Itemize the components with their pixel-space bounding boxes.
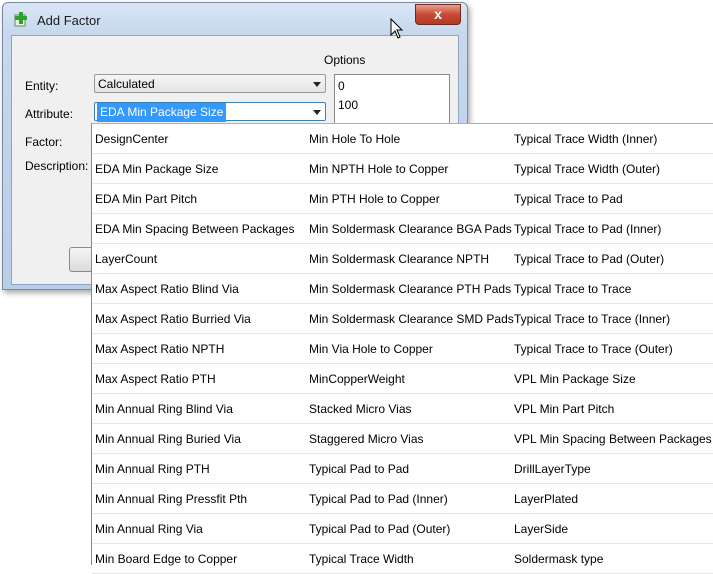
list-item[interactable]: DrillLayerType — [511, 454, 713, 484]
attribute-combobox[interactable]: EDA Min Package Size — [94, 102, 326, 122]
option-item[interactable]: 0 — [338, 77, 446, 96]
list-item[interactable]: Max Aspect Ratio NPTH — [92, 334, 306, 364]
dropdown-column-1: DesignCenter EDA Min Package Size EDA Mi… — [92, 124, 306, 574]
list-item[interactable]: EDA Min Part Pitch — [92, 184, 306, 214]
list-item[interactable]: Min Soldermask Clearance NPTH — [306, 244, 511, 274]
list-item[interactable]: Typical Trace Width — [306, 544, 511, 574]
list-item[interactable]: EDA Min Package Size — [92, 154, 306, 184]
attribute-value: EDA Min Package Size — [97, 103, 227, 122]
list-item[interactable]: Min Board Edge to Copper — [92, 544, 306, 574]
chevron-down-icon — [313, 82, 321, 87]
dropdown-column-2: Min Hole To Hole Min NPTH Hole to Copper… — [306, 124, 514, 574]
add-factor-app-icon — [14, 12, 27, 27]
mouse-pointer-icon — [390, 18, 404, 39]
list-item[interactable]: Stacked Micro Vias — [306, 394, 511, 424]
list-item[interactable]: MinCopperWeight — [306, 364, 511, 394]
options-label: Options — [324, 53, 366, 67]
list-item[interactable]: Min Annual Ring Buried Via — [92, 424, 306, 454]
window-title: Add Factor — [37, 13, 101, 28]
list-item[interactable]: Min NPTH Hole to Copper — [306, 154, 511, 184]
list-item[interactable]: Min Soldermask Clearance PTH Pads — [306, 274, 511, 304]
list-item[interactable]: Min Soldermask Clearance SMD Pads — [306, 304, 514, 334]
list-item[interactable]: Typical Pad to Pad (Outer) — [306, 514, 511, 544]
list-item[interactable]: VPL Min Package Size — [511, 364, 713, 394]
list-item[interactable]: Max Aspect Ratio Burried Via — [92, 304, 306, 334]
description-label: Description: — [25, 159, 89, 173]
list-item[interactable]: DesignCenter — [92, 124, 306, 154]
list-item[interactable]: Typical Trace to Trace — [511, 274, 713, 304]
list-item[interactable]: VPL Min Spacing Between Packages — [511, 424, 713, 454]
entity-label: Entity: — [25, 79, 59, 93]
list-item[interactable]: Typical Trace Width (Outer) — [511, 154, 713, 184]
list-item[interactable]: VPL Min Part Pitch — [511, 394, 713, 424]
dropdown-column-3: Typical Trace Width (Inner) Typical Trac… — [511, 124, 713, 574]
list-item[interactable]: Min Via Hole to Copper — [306, 334, 511, 364]
list-item[interactable]: Typical Pad to Pad — [306, 454, 511, 484]
list-item[interactable]: Typical Pad to Pad (Inner) — [306, 484, 511, 514]
list-item[interactable]: Typical Trace to Pad (Outer) — [511, 244, 713, 274]
list-item[interactable]: EDA Min Spacing Between Packages — [92, 214, 306, 244]
list-item[interactable]: Min Soldermask Clearance BGA Pads — [306, 214, 512, 244]
list-item[interactable]: Staggered Micro Vias — [306, 424, 511, 454]
list-item[interactable]: LayerPlated — [511, 484, 713, 514]
list-item[interactable]: Min Annual Ring Via — [92, 514, 306, 544]
list-item[interactable]: LayerCount — [92, 244, 306, 274]
list-item[interactable]: Min Annual Ring PTH — [92, 454, 306, 484]
list-item[interactable]: Min Annual Ring Blind Via — [92, 394, 306, 424]
close-button[interactable]: x — [415, 4, 461, 25]
list-item[interactable]: Min Hole To Hole — [306, 124, 511, 154]
list-item[interactable]: Typical Trace Width (Inner) — [511, 124, 713, 154]
options-list[interactable]: 0 100 — [334, 74, 450, 126]
attribute-label: Attribute: — [25, 107, 74, 121]
factor-label: Factor: — [25, 135, 63, 149]
list-item[interactable]: Typical Trace to Trace (Inner) — [511, 304, 713, 334]
chevron-down-icon — [313, 110, 321, 115]
list-item[interactable]: Min PTH Hole to Copper — [306, 184, 511, 214]
list-item[interactable]: LayerSide — [511, 514, 713, 544]
entity-value: Calculated — [98, 77, 155, 91]
list-item[interactable]: Typical Trace to Trace (Outer) — [511, 334, 713, 364]
option-item[interactable]: 100 — [338, 96, 446, 115]
list-item[interactable]: Max Aspect Ratio Blind Via — [92, 274, 306, 304]
entity-combobox[interactable]: Calculated — [94, 74, 326, 93]
list-item[interactable]: Soldermask type — [511, 544, 713, 574]
list-item[interactable]: Max Aspect Ratio PTH — [92, 364, 306, 394]
list-item[interactable]: Typical Trace to Pad (Inner) — [511, 214, 713, 244]
attribute-dropdown-list[interactable]: DesignCenter EDA Min Package Size EDA Mi… — [91, 123, 713, 574]
list-item[interactable]: Typical Trace to Pad — [511, 184, 713, 214]
list-item[interactable]: Min Annual Ring Pressfit Pth — [92, 484, 306, 514]
